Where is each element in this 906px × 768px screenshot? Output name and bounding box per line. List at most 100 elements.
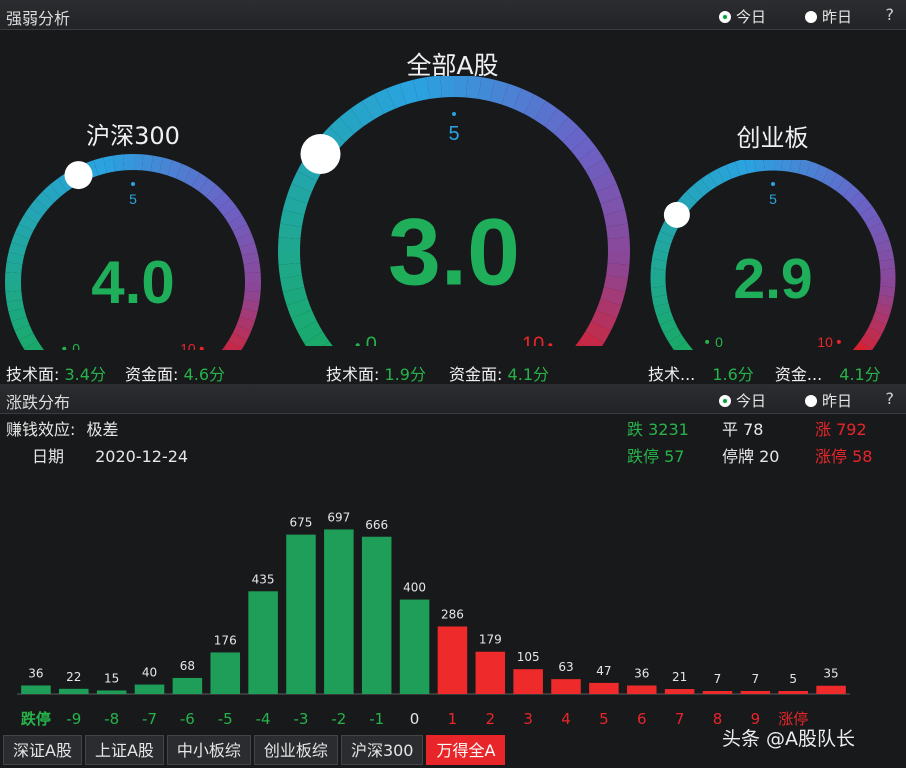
gauge-arc-segment <box>243 261 261 274</box>
gauge-arc-segment <box>652 249 669 262</box>
gauge-arc-segment <box>708 168 725 187</box>
strength-panel-header: 强弱分析 今日 昨日 ? <box>0 0 906 30</box>
tab-chinext-composite[interactable]: 创业板综 <box>253 735 338 765</box>
gauge-knob <box>64 161 93 190</box>
gauge-arc-segment <box>591 309 617 331</box>
chart-value-label: 286 <box>441 607 464 621</box>
gauge-dial: 5 0 10 4.0 <box>5 154 261 350</box>
gauge-arc-segment <box>297 320 323 343</box>
chart-value-label: 666 <box>365 518 388 532</box>
gauge-arc-segment <box>223 206 243 224</box>
tech-label: 技术... <box>648 365 696 384</box>
gauge-arc-segment <box>278 223 302 240</box>
gauge-arc-segment <box>562 126 588 152</box>
gauge-arc-segment <box>112 154 125 172</box>
gauge-arc-segment <box>228 332 248 349</box>
chart-bar <box>437 626 468 694</box>
gauge-arc-segment <box>659 222 678 237</box>
gauge-max-label: 10 <box>817 334 833 350</box>
gauge-mid-label: 5 <box>769 191 777 207</box>
gauge-arc-segment <box>5 261 23 274</box>
chart-bar <box>134 684 165 694</box>
chart-bar <box>816 685 846 694</box>
gauge-arc-segment <box>278 237 301 252</box>
radio-yesterday-label: 昨日 <box>822 8 853 26</box>
chart-value-label: 176 <box>214 633 237 647</box>
radio-yesterday[interactable]: 昨日 <box>805 390 852 411</box>
gauge-mid-dot <box>771 182 775 186</box>
gauge-arc-segment <box>829 173 846 192</box>
down-count: 跌 3231 <box>627 416 689 440</box>
gauge-arc-segment <box>653 240 671 253</box>
chart-tick-label: 3 <box>523 710 533 728</box>
gauge-arc-segment <box>339 108 364 134</box>
gauge-mid-dot <box>131 182 135 186</box>
gauge-title: 沪深300 <box>86 122 180 150</box>
gauge-arc-segment <box>329 117 355 143</box>
radio-today[interactable]: 今日 <box>719 6 766 27</box>
chart-bar <box>551 679 581 694</box>
distribution-bar-chart: 36 22 15 40 68176435675 69766640028617910563 4… <box>17 510 850 728</box>
chart-tick-label: -2 <box>331 710 346 728</box>
gauge-arc-segment <box>693 178 710 197</box>
help-button[interactable]: ? <box>886 5 895 24</box>
tech-label: 技术面: <box>326 365 380 384</box>
gauge-arc-segment <box>23 340 43 350</box>
gauge-arc-segment <box>103 155 116 174</box>
chart-tick-label: -4 <box>256 710 271 728</box>
tab-sse-a[interactable]: 上证A股 <box>84 735 164 765</box>
chart-value-label: 36 <box>28 667 43 681</box>
gauge-arc-segment <box>241 252 260 265</box>
gauge-arc-segment <box>374 88 396 114</box>
tech-value: 1.9分 <box>384 365 426 384</box>
chart-bar <box>475 651 506 694</box>
radio-yesterday[interactable]: 昨日 <box>805 6 852 27</box>
gauge-arc-segment <box>806 161 820 179</box>
gauge-arc-segment <box>280 274 305 293</box>
gauge-arc-segment <box>286 298 312 319</box>
radio-selected-icon <box>719 10 731 23</box>
gauge-arc-segment <box>232 223 252 240</box>
gauge-value: 3.0 <box>388 199 520 305</box>
gauge-arc-segment <box>489 79 509 105</box>
gauge-max-dot <box>199 346 204 350</box>
fund-label: 资金面: <box>449 365 503 384</box>
tab-wind-all-a[interactable]: 万得全A <box>426 735 506 765</box>
gauge-arc-segment <box>362 94 385 120</box>
chart-bar <box>286 534 316 694</box>
gauge-arc-segment <box>35 191 54 210</box>
gauge-arc-segment <box>854 198 873 215</box>
gauge-arc-segment <box>386 83 407 109</box>
gauge-arc-segment <box>754 160 765 172</box>
chart-value-label: 7 <box>714 672 722 686</box>
tab-sme-composite[interactable]: 中小板综 <box>166 735 251 765</box>
gauge-arc-segment <box>686 184 704 203</box>
up-count: 涨 792 <box>815 416 867 440</box>
gauge-arc-segment <box>842 184 860 203</box>
gauge-mid-label: 5 <box>448 123 459 145</box>
gauge-arc-segment <box>426 76 443 99</box>
gauge-arc-segment <box>600 196 626 216</box>
gauge-arc-segment <box>29 198 48 217</box>
gauge-arc-segment <box>236 233 255 248</box>
radio-today[interactable]: 今日 <box>719 390 766 411</box>
chart-bar <box>664 689 695 694</box>
gauge-arc-segment <box>864 213 883 230</box>
chart-bar <box>21 685 51 694</box>
gauge-arc-segment <box>606 223 630 240</box>
gauge-arc-segment <box>523 94 546 120</box>
gauge-max-dot <box>836 339 841 344</box>
help-button[interactable]: ? <box>886 389 895 408</box>
tab-hs300[interactable]: 沪深300 <box>340 735 424 765</box>
gauge-arc-segment <box>679 191 698 209</box>
gauge-arc-segment <box>8 308 27 322</box>
chart-tick-label: -6 <box>180 710 195 728</box>
gauge-arc-segment <box>717 164 732 183</box>
gauge-arc-segment <box>653 303 671 316</box>
gauge-arc-segment <box>868 319 887 334</box>
chart-tick-label: 2 <box>486 710 496 728</box>
gauge-arc-segment <box>232 324 252 341</box>
tab-szse-a[interactable]: 深证A股 <box>3 735 82 765</box>
radio-today-label: 今日 <box>736 392 767 410</box>
money-effect: 赚钱效应: 极差 <box>6 416 119 440</box>
